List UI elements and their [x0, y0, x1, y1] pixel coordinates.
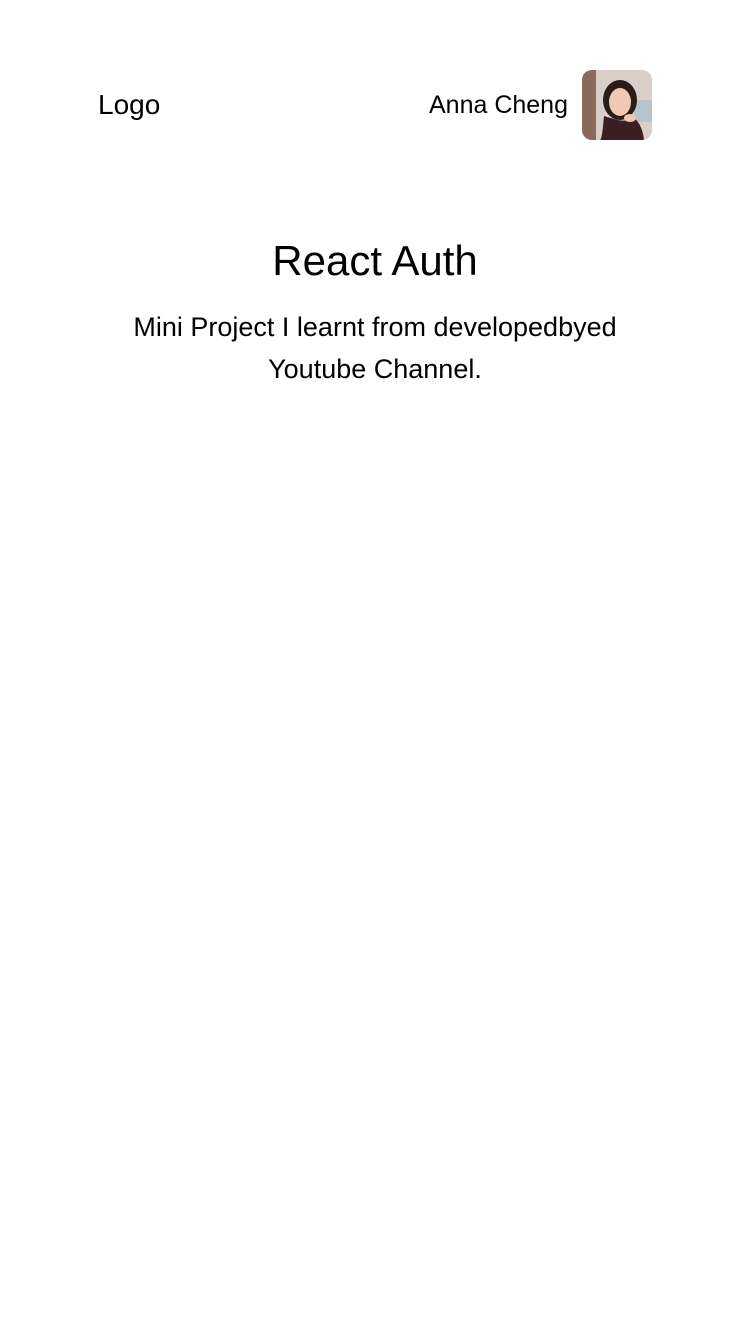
- top-nav: Logo Anna Cheng: [98, 70, 652, 140]
- user-profile[interactable]: Anna Cheng: [429, 70, 652, 140]
- user-name: Anna Cheng: [428, 90, 568, 119]
- logo-link[interactable]: Logo: [98, 91, 160, 119]
- page-title: React Auth: [272, 237, 478, 284]
- hero-section: React Auth Mini Project I learnt from de…: [0, 232, 750, 390]
- user-avatar-icon: [582, 70, 652, 140]
- avatar[interactable]: [582, 70, 652, 140]
- page-subtitle: Mini Project I learnt from developedbyed…: [133, 312, 617, 384]
